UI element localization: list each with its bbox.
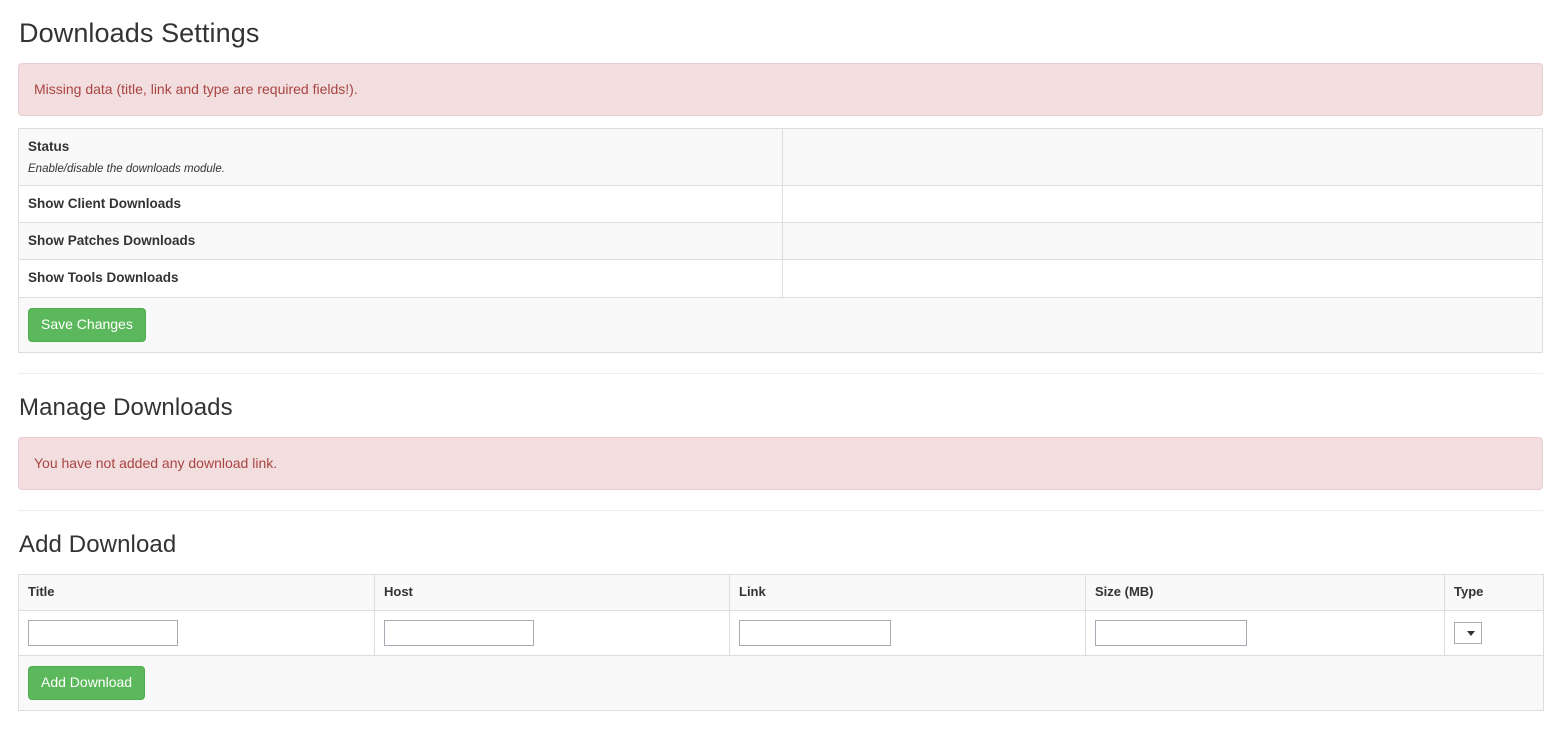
settings-row-show-patches-downloads-label-cell: Show Patches Downloads xyxy=(18,222,783,260)
page-title: Downloads Settings xyxy=(19,18,260,48)
add-download-footer-cell: Add Download xyxy=(18,654,1544,711)
settings-row-status: Status Enable/disable the downloads modu… xyxy=(18,128,1543,186)
column-header-title: Title xyxy=(18,574,375,611)
settings-row-show-patches-downloads-control-cell[interactable] xyxy=(782,222,1543,260)
setting-description: Enable/disable the downloads module. xyxy=(28,162,225,175)
size-input[interactable] xyxy=(1095,619,1247,646)
column-header-host: Host xyxy=(374,574,730,611)
no-downloads-alert: You have not added any download link. xyxy=(18,436,1543,490)
host-cell xyxy=(374,610,730,656)
settings-row-status-label-cell: Status Enable/disable the downloads modu… xyxy=(18,128,783,186)
add-download-button[interactable]: Add Download xyxy=(28,665,146,700)
setting-name: Show Patches Downloads xyxy=(28,233,196,249)
settings-table-footer-cell: Save Changes xyxy=(18,296,1543,353)
column-header-link: Link xyxy=(729,574,1086,611)
title-input[interactable] xyxy=(28,619,178,646)
settings-row-status-control-cell[interactable] xyxy=(782,128,1543,186)
manage-downloads-title: Manage Downloads xyxy=(19,393,233,421)
no-downloads-alert-text: You have not added any download link. xyxy=(34,454,278,471)
settings-row-show-client-downloads: Show Client Downloads xyxy=(18,184,1543,223)
missing-data-alert-text: Missing data (title, link and type are r… xyxy=(34,80,358,97)
settings-table-footer-row: Save Changes xyxy=(18,296,1543,353)
page-container: Downloads Settings Missing data (title, … xyxy=(0,0,1561,711)
column-header-size: Size (MB) xyxy=(1085,574,1445,611)
link-cell xyxy=(729,610,1086,656)
host-input[interactable] xyxy=(384,619,534,646)
add-download-header-row: Title Host Link Size (MB) Type xyxy=(18,574,1544,611)
settings-row-show-tools-downloads: Show Tools Downloads xyxy=(18,259,1543,298)
settings-row-show-patches-downloads: Show Patches Downloads xyxy=(18,222,1543,260)
title-cell xyxy=(18,610,375,656)
add-download-input-row xyxy=(18,610,1544,656)
column-header-type: Type xyxy=(1444,574,1544,611)
type-cell xyxy=(1444,610,1544,656)
add-download-title: Add Download xyxy=(19,530,177,558)
link-input[interactable] xyxy=(739,619,891,646)
settings-row-show-client-downloads-control-cell[interactable] xyxy=(782,184,1543,223)
size-cell xyxy=(1085,610,1445,656)
settings-row-show-client-downloads-label-cell: Show Client Downloads xyxy=(18,184,783,223)
setting-name: Status xyxy=(28,138,70,154)
save-changes-button[interactable]: Save Changes xyxy=(28,307,146,342)
settings-row-show-tools-downloads-control-cell[interactable] xyxy=(782,259,1543,298)
add-download-table: Title Host Link Size (MB) Type Add Downl… xyxy=(18,574,1544,711)
settings-row-show-tools-downloads-label-cell: Show Tools Downloads xyxy=(18,259,783,298)
settings-table: Status Enable/disable the downloads modu… xyxy=(18,127,1543,353)
setting-name: Show Tools Downloads xyxy=(28,270,179,286)
setting-name: Show Client Downloads xyxy=(28,195,182,211)
type-select-wrapper xyxy=(1454,621,1482,644)
add-download-footer-row: Add Download xyxy=(18,654,1544,711)
type-select[interactable] xyxy=(1454,621,1482,644)
missing-data-alert: Missing data (title, link and type are r… xyxy=(18,62,1543,116)
